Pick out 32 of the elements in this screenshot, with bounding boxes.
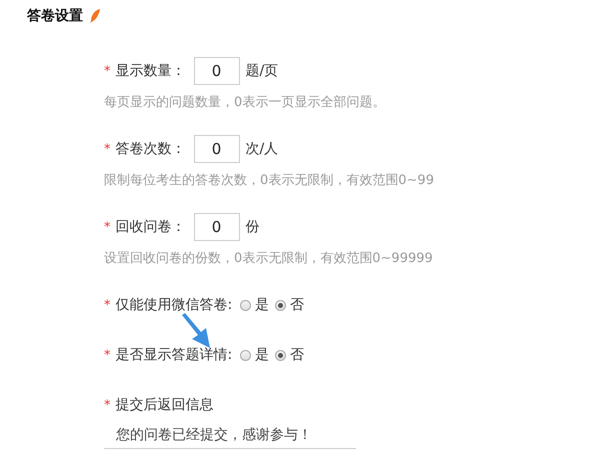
section-title: 答卷设置 (27, 7, 83, 25)
radio-button[interactable] (275, 350, 286, 360)
field-label: 提交后返回信息 (116, 396, 214, 414)
field-hint: 设置回收问卷的份数，0表示无限制，有效范围0~99999 (104, 250, 434, 267)
required-mark: * (104, 142, 110, 156)
radio-label: 否 (290, 346, 304, 364)
radio-button[interactable] (240, 350, 252, 360)
number-input[interactable]: 0 (194, 57, 240, 85)
radio-label: 是 (255, 296, 270, 314)
required-mark: * (104, 64, 110, 78)
required-mark: * (104, 398, 110, 412)
field-hint: 每页显示的问题数量，0表示一页显示全部问题。 (104, 94, 386, 111)
feather-icon (89, 8, 101, 24)
radio-label: 是 (255, 346, 270, 364)
number-input[interactable]: 0 (194, 135, 240, 163)
number-input[interactable]: 0 (194, 213, 240, 241)
field-label: 回收问卷： (116, 218, 186, 236)
field-label: 答卷次数： (116, 140, 186, 158)
arrow-drawing (180, 313, 212, 349)
required-mark: * (104, 348, 110, 362)
radio-label: 否 (290, 296, 304, 314)
unit-label: 题/页 (246, 62, 278, 80)
field-label: 是否显示答题详情: (116, 346, 232, 364)
radio-button[interactable] (275, 300, 286, 310)
required-mark: * (104, 298, 110, 312)
field-label: 显示数量： (116, 62, 186, 80)
field-label: 仅能使用微信答卷: (116, 296, 232, 314)
unit-label: 份 (246, 218, 260, 236)
radio-button[interactable] (240, 300, 252, 310)
required-mark: * (104, 220, 110, 234)
unit-label: 次/人 (246, 140, 278, 158)
field-hint: 限制每位考生的答卷次数，0表示无限制，有效范围0~99 (104, 172, 435, 189)
